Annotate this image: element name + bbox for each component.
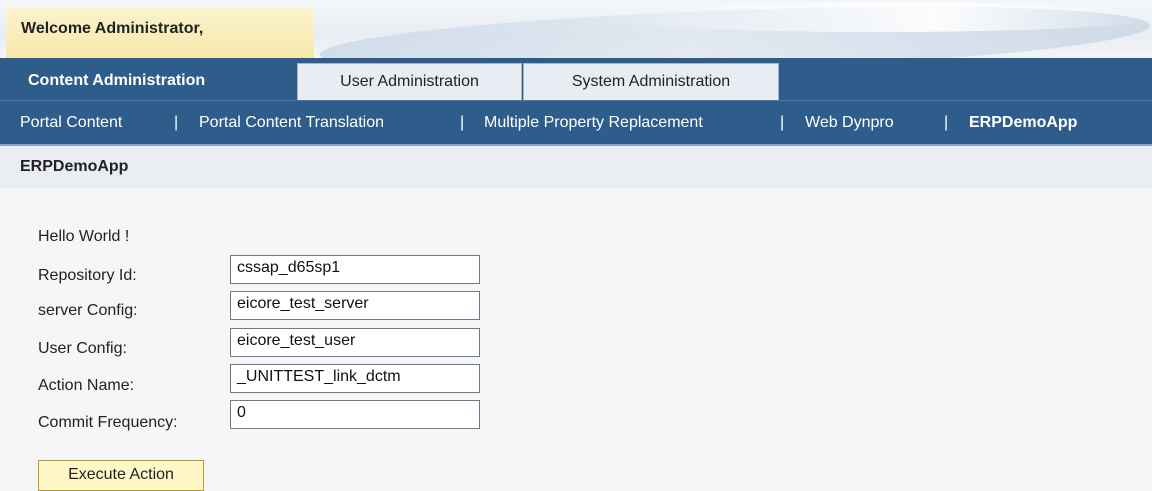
subnav-separator: | xyxy=(780,114,785,131)
tab-user-administration[interactable]: User Administration xyxy=(297,63,522,100)
execute-action-button[interactable]: Execute Action xyxy=(38,460,204,491)
server-config-field[interactable]: eicore_test_server xyxy=(230,291,480,320)
commit-frequency-field[interactable]: 0 xyxy=(230,400,480,429)
tab-system-administration[interactable]: System Administration xyxy=(523,63,779,100)
page-title: ERPDemoApp xyxy=(20,158,129,175)
commit-frequency-label: Commit Frequency: xyxy=(38,414,178,431)
welcome-box: Welcome Administrator, xyxy=(6,8,314,58)
banner-highlight xyxy=(600,2,1152,32)
subnav-erpdemoapp[interactable]: ERPDemoApp xyxy=(969,114,1077,132)
subnav-multiple-property-replacement[interactable]: Multiple Property Replacement xyxy=(484,114,703,132)
repository-id-label: Repository Id: xyxy=(38,267,137,284)
subnav-separator: | xyxy=(944,114,949,131)
action-name-field[interactable]: _UNITTEST_link_dctm xyxy=(230,364,480,393)
user-config-label: User Config: xyxy=(38,340,127,357)
detailed-navigation: Portal Content | Portal Content Translat… xyxy=(0,100,1152,145)
page-title-bar: ERPDemoApp xyxy=(0,144,1152,188)
welcome-text: Welcome Administrator, xyxy=(21,20,204,37)
server-config-label: server Config: xyxy=(38,302,138,319)
subnav-portal-content[interactable]: Portal Content xyxy=(20,114,122,132)
subnav-separator: | xyxy=(174,114,179,131)
action-name-label: Action Name: xyxy=(38,377,135,394)
subnav-portal-content-translation[interactable]: Portal Content Translation xyxy=(199,114,384,132)
repository-id-field[interactable]: cssap_d65sp1 xyxy=(230,255,480,284)
user-config-field[interactable]: eicore_test_user xyxy=(230,328,480,357)
top-banner: Welcome Administrator, xyxy=(0,0,1152,58)
tab-content-administration[interactable]: Content Administration xyxy=(10,63,295,100)
top-level-navigation: Content Administration User Administrati… xyxy=(0,58,1152,100)
application-content: Hello World ! Repository Id: cssap_d65sp… xyxy=(0,188,1152,491)
subnav-separator: | xyxy=(460,114,465,131)
subnav-web-dynpro[interactable]: Web Dynpro xyxy=(805,114,894,132)
hello-text: Hello World ! xyxy=(38,228,130,245)
